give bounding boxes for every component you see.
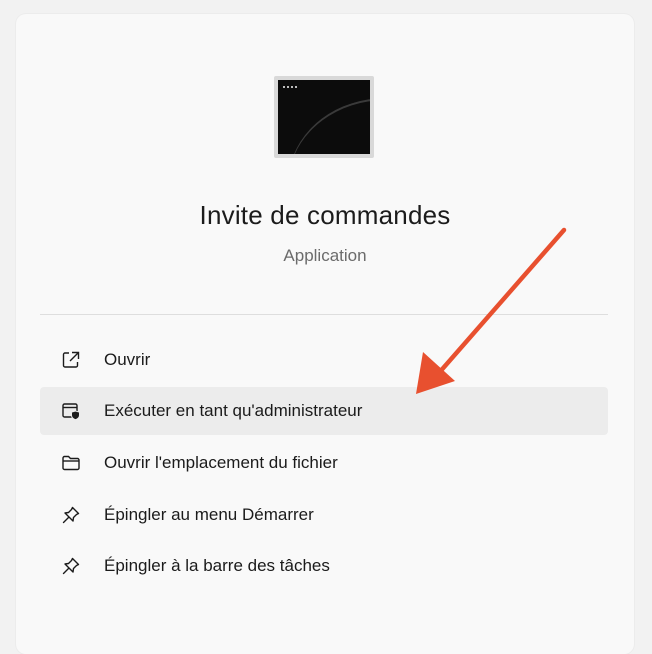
menu-item-label: Ouvrir l'emplacement du fichier	[104, 453, 338, 472]
menu-item-open-file-location[interactable]: Ouvrir l'emplacement du fichier	[40, 439, 608, 487]
divider	[40, 314, 608, 315]
app-title: Invite de commandes	[199, 200, 451, 230]
menu-item-label: Épingler à la barre des tâches	[104, 556, 330, 575]
app-type-label: Application	[283, 246, 367, 265]
pin-icon	[60, 504, 82, 526]
menu-item-pin-to-start[interactable]: Épingler au menu Démarrer	[40, 491, 608, 539]
run-as-admin-shield-icon	[60, 400, 82, 422]
menu-item-label: Exécuter en tant qu'administrateur	[104, 401, 363, 420]
context-panel: Invite de commandes Application Ouvrir E…	[16, 14, 634, 654]
menu-item-label: Épingler au menu Démarrer	[104, 505, 314, 524]
open-external-icon	[60, 349, 82, 371]
command-prompt-icon	[274, 76, 374, 158]
pin-icon	[60, 555, 82, 577]
menu-item-run-as-admin[interactable]: Exécuter en tant qu'administrateur	[40, 387, 608, 435]
folder-icon	[60, 452, 82, 474]
icon-sheen	[278, 80, 370, 154]
menu-item-pin-to-taskbar[interactable]: Épingler à la barre des tâches	[40, 542, 608, 590]
prompt-cursor	[283, 86, 297, 91]
menu-item-open[interactable]: Ouvrir	[40, 336, 608, 384]
menu-item-label: Ouvrir	[104, 350, 151, 369]
command-prompt-icon-screen	[278, 80, 370, 154]
